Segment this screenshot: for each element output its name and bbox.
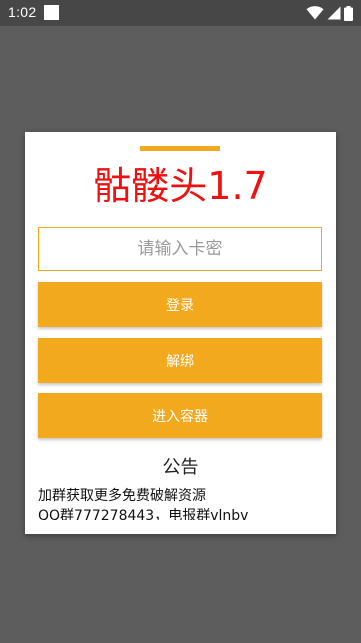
status-bar: 1:02: [0, 0, 361, 26]
card-key-input[interactable]: [38, 227, 322, 271]
status-icons: [306, 5, 353, 21]
notification-square-icon: [44, 5, 59, 20]
unbind-button[interactable]: 解绑: [38, 338, 322, 383]
screen: 1:02 骷髅头1.7 登录: [0, 0, 361, 643]
enter-container-button[interactable]: 进入容器: [38, 393, 322, 438]
status-time: 1:02: [8, 4, 37, 20]
cellular-signal-icon: [327, 6, 341, 20]
notice-line: QQ群777278443，电报群vlnbv: [38, 508, 249, 520]
login-button[interactable]: 登录: [38, 282, 322, 327]
login-dialog: 骷髅头1.7 登录 解绑 进入容器 公告 加群获取更多免费破解资源 QQ群777…: [25, 132, 336, 534]
accent-bar: [140, 146, 220, 151]
wifi-icon: [306, 6, 324, 20]
notice-title: 公告: [162, 457, 199, 478]
notice-body: 加群获取更多免费破解资源 QQ群777278443，电报群vlnbv: [38, 486, 328, 520]
battery-icon: [344, 5, 353, 21]
notice-line: 加群获取更多免费破解资源: [38, 488, 206, 504]
app-title: 骷髅头1.7: [93, 164, 268, 208]
